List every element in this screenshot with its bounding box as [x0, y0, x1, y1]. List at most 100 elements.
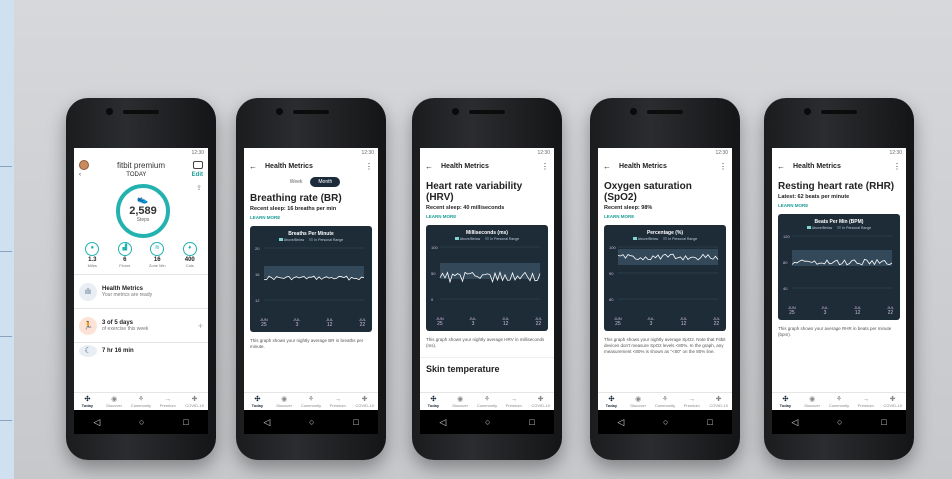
- tab-community[interactable]: ⚘ Community: [827, 395, 851, 408]
- back-arrow-icon[interactable]: ←: [249, 162, 257, 171]
- legend-item: Above/Below: [806, 226, 833, 230]
- metric-screen: 12:30 ← Health Metrics ⋮ Resting heart r…: [772, 148, 906, 410]
- chart-plot: 20 16 12: [255, 246, 365, 303]
- header-title: Health Metrics: [441, 162, 489, 170]
- tab-discover[interactable]: ◉ Discover: [448, 395, 472, 408]
- tab-label: Community: [476, 403, 498, 408]
- camera: [452, 108, 459, 115]
- card-health-metrics[interactable]: ılı Health Metrics Your metrics are read…: [74, 274, 208, 308]
- x-tick: JUL 22: [712, 316, 720, 327]
- legend-item: In Personal Range: [309, 238, 343, 242]
- tab-premium[interactable]: → Premium: [156, 396, 180, 408]
- card-sleep[interactable]: ☾ 7 hr 16 min: [74, 342, 208, 358]
- tab-discover[interactable]: ◉ Discover: [272, 395, 296, 408]
- back-arrow-icon[interactable]: ←: [603, 162, 611, 171]
- share-icon[interactable]: ⇪: [196, 184, 202, 192]
- covid-icon: ✚: [537, 396, 544, 403]
- premium-icon: →: [164, 395, 172, 403]
- tab-community[interactable]: ⚘ Community: [653, 395, 677, 408]
- home-button[interactable]: ○: [837, 417, 842, 427]
- legend-item: In Personal Range: [663, 237, 697, 241]
- home-button[interactable]: ○: [485, 417, 490, 427]
- premium-icon: →: [334, 395, 342, 403]
- recents-button[interactable]: □: [353, 417, 358, 427]
- stat-zone[interactable]: ≋ 16 Zone Min: [143, 242, 171, 268]
- tab-premium[interactable]: → Premium: [326, 396, 350, 408]
- more-icon[interactable]: ⋮: [541, 162, 549, 171]
- more-icon[interactable]: ⋮: [893, 162, 901, 171]
- tab-discover[interactable]: ◉ Discover: [800, 395, 824, 408]
- home-button[interactable]: ○: [663, 417, 668, 427]
- back-button[interactable]: ◁: [93, 417, 100, 428]
- tab-covid[interactable]: ✚ COVID-19: [183, 395, 207, 408]
- x-tick: JUL 3: [821, 305, 829, 316]
- learn-more-link[interactable]: LEARN MORE: [772, 201, 906, 212]
- learn-more-link[interactable]: LEARN MORE: [598, 212, 732, 223]
- more-icon[interactable]: ⋮: [719, 162, 727, 171]
- tab-today[interactable]: ✣ Today: [245, 395, 269, 408]
- tab-community[interactable]: ⚘ Community: [129, 395, 153, 408]
- stat-miles[interactable]: ● 1.3 Miles: [78, 242, 106, 268]
- legend-label: Above/Below: [811, 226, 833, 230]
- tab-today[interactable]: ✣ Today: [75, 395, 99, 408]
- svg-text:50: 50: [431, 271, 436, 276]
- svg-text:20: 20: [255, 246, 260, 251]
- tab-label: Premium: [159, 402, 176, 408]
- back-button[interactable]: ◁: [617, 417, 624, 428]
- recents-button[interactable]: □: [881, 417, 886, 427]
- edit-link[interactable]: Edit: [192, 172, 203, 182]
- stat-cals[interactable]: ♦ 400 Cals: [176, 242, 204, 268]
- more-icon[interactable]: ⋮: [365, 162, 373, 171]
- header-title: Health Metrics: [793, 162, 841, 170]
- tab-covid[interactable]: ✚ COVID-19: [529, 395, 553, 408]
- tab-today[interactable]: ✣ Today: [599, 395, 623, 408]
- tab-covid[interactable]: ✚ COVID-19: [707, 395, 731, 408]
- inbox-icon[interactable]: [192, 161, 203, 169]
- card-exercise[interactable]: 🏃 3 of 5 days of exercise this week +: [74, 308, 208, 342]
- tab-covid[interactable]: ✚ COVID-19: [353, 395, 377, 408]
- back-button[interactable]: ◁: [263, 417, 270, 428]
- learn-more-link[interactable]: LEARN MORE: [420, 212, 554, 223]
- range-toggle[interactable]: Week Month: [244, 177, 378, 187]
- chart-plot: 100 50 0: [431, 245, 541, 302]
- legend-label: Above/Below: [459, 237, 481, 241]
- x-tick: JUL 3: [293, 317, 301, 328]
- avatar[interactable]: [79, 160, 89, 170]
- tab-discover[interactable]: ◉ Discover: [102, 395, 126, 408]
- chevron-left-icon[interactable]: ‹: [79, 172, 81, 182]
- back-button[interactable]: ◁: [791, 417, 798, 428]
- brand-title: fitbit premium: [116, 160, 165, 170]
- tab-label: Today: [427, 403, 440, 408]
- tab-community[interactable]: ⚘ Community: [475, 395, 499, 408]
- legend-item: Above/Below: [454, 237, 481, 241]
- tab-discover[interactable]: ◉ Discover: [626, 395, 650, 408]
- divider: [0, 420, 12, 421]
- learn-more-link[interactable]: LEARN MORE: [244, 213, 378, 224]
- stat-label: Zone Min: [148, 263, 166, 268]
- tab-covid[interactable]: ✚ COVID-19: [881, 395, 905, 408]
- home-button[interactable]: ○: [139, 417, 144, 427]
- recents-button[interactable]: □: [529, 417, 534, 427]
- recents-button[interactable]: □: [707, 417, 712, 427]
- plus-icon[interactable]: +: [198, 321, 203, 331]
- stat-floors[interactable]: ▟ 6 Floors: [111, 242, 139, 268]
- toggle-month[interactable]: Month: [310, 177, 341, 187]
- steps-ring[interactable]: 👟 2,589 Steps: [116, 184, 170, 238]
- tab-premium[interactable]: → Premium: [854, 396, 878, 408]
- x-axis-labels: JUN 25 JUL 3 JUL 12 JUL 22: [260, 317, 366, 328]
- home-button[interactable]: ○: [309, 417, 314, 427]
- steps-value: 2,589: [129, 205, 157, 217]
- tab-premium[interactable]: → Premium: [680, 396, 704, 408]
- back-button[interactable]: ◁: [439, 417, 446, 428]
- tab-label: Community: [654, 403, 676, 408]
- back-arrow-icon[interactable]: ←: [425, 162, 433, 171]
- tab-community[interactable]: ⚘ Community: [299, 395, 323, 408]
- compass-icon: ◉: [635, 396, 642, 403]
- back-arrow-icon[interactable]: ←: [777, 162, 785, 171]
- tab-premium[interactable]: → Premium: [502, 396, 526, 408]
- android-nav-bar: ◁ ○ □: [74, 410, 208, 434]
- toggle-week[interactable]: Week: [282, 177, 311, 187]
- tab-today[interactable]: ✣ Today: [773, 395, 797, 408]
- tab-today[interactable]: ✣ Today: [421, 395, 445, 408]
- recents-button[interactable]: □: [183, 417, 188, 427]
